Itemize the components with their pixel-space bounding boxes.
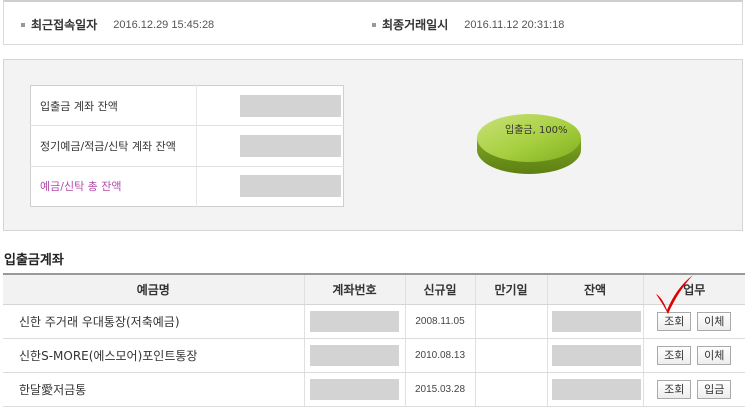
account-actions: 조회 이체: [642, 338, 745, 373]
account-name: 신한S-MORE(에스모어)포인트통장: [3, 338, 304, 373]
maturity-date: [474, 372, 547, 407]
open-date: 2015.03.28: [404, 372, 475, 407]
table-row: 신한 주거래 우대통장(저축예금) 2008.11.05 조회 이체: [3, 304, 745, 339]
account-actions: 조회 입금: [642, 372, 745, 407]
summary-row-deposit: 입출금 계좌 잔액: [30, 85, 344, 127]
masked-value: [240, 94, 341, 117]
masked-value: [240, 134, 341, 157]
last-transaction-value: 2016.11.12 20:31:18: [464, 18, 565, 31]
bullet-icon: [21, 22, 25, 27]
maturity-date: [474, 338, 547, 373]
summary-value-total: [197, 166, 344, 206]
pie-label: 입출금, 100%: [505, 125, 568, 136]
account-number: [303, 338, 405, 373]
maturity-date: [474, 304, 547, 339]
recent-login: 최근접속일자 2016.12.29 15:45:28: [21, 16, 214, 33]
account-actions: 조회 이체: [642, 304, 745, 339]
account-name: 신한 주거래 우대통장(저축예금): [3, 304, 304, 339]
account-balance: [546, 372, 643, 407]
inquiry-button[interactable]: 조회: [657, 379, 692, 399]
summary-value-savings: [196, 125, 344, 167]
summary-row-savings: 정기예금/적금/신탁 계좌 잔액: [30, 125, 344, 167]
col-header-account-name: 예금명: [3, 274, 304, 305]
deposit-accounts-table: 예금명 계좌번호 신규일 만기일 잔액 업무 신한 주거래 우대통장(저축예금)…: [3, 273, 745, 407]
col-header-balance: 잔액: [546, 274, 643, 305]
table-header-row: 예금명 계좌번호 신규일 만기일 잔액 업무: [3, 274, 745, 305]
summary-value-deposit: [196, 85, 344, 127]
col-header-open-date: 신규일: [404, 274, 475, 305]
open-date: 2008.11.05: [404, 304, 475, 339]
balance-summary-panel: 입출금 계좌 잔액 정기예금/적금/신탁 계좌 잔액 예금/신탁 총 잔액 입출…: [3, 59, 743, 231]
transfer-button[interactable]: 이체: [697, 345, 732, 365]
last-transaction-label: 최종거래일시: [382, 18, 449, 32]
account-name: 한달愛저금통: [3, 372, 304, 407]
open-date: 2010.08.13: [404, 338, 475, 373]
summary-label-savings: 정기예금/적금/신탁 계좌 잔액: [30, 125, 197, 167]
inquiry-button[interactable]: 조회: [657, 311, 692, 331]
login-info-bar: 최근접속일자 2016.12.29 15:45:28 최종거래일시 2016.1…: [3, 0, 743, 45]
balance-pie-chart: 입출금, 100%: [474, 110, 584, 178]
recent-login-value: 2016.12.29 15:45:28: [113, 18, 215, 31]
transfer-button[interactable]: 이체: [697, 311, 732, 331]
last-transaction: 최종거래일시 2016.11.12 20:31:18: [372, 16, 564, 33]
col-header-account-number: 계좌번호: [303, 274, 405, 305]
section-title: 입출금계좌: [4, 253, 64, 268]
masked-value: [310, 344, 399, 366]
balance-summary-table: 입출금 계좌 잔액 정기예금/적금/신탁 계좌 잔액 예금/신탁 총 잔액: [30, 85, 344, 207]
masked-value: [310, 378, 399, 400]
masked-value: [310, 310, 399, 332]
account-number: [303, 304, 405, 339]
table-row: 신한S-MORE(에스모어)포인트통장 2010.08.13 조회 이체: [3, 338, 745, 373]
account-balance: [546, 338, 643, 373]
summary-label-deposit: 입출금 계좌 잔액: [30, 85, 197, 127]
masked-value: [240, 175, 341, 198]
col-header-maturity-date: 만기일: [474, 274, 547, 305]
masked-value: [551, 344, 641, 366]
account-number: [303, 372, 405, 407]
recent-login-label: 최근접속일자: [31, 18, 98, 32]
summary-row-total: 예금/신탁 총 잔액: [30, 166, 344, 207]
deposit-button[interactable]: 입금: [697, 379, 732, 399]
inquiry-button[interactable]: 조회: [657, 345, 692, 365]
account-balance: [546, 304, 643, 339]
summary-label-total: 예금/신탁 총 잔액: [30, 166, 197, 207]
masked-value: [551, 378, 641, 400]
bullet-icon: [372, 22, 376, 27]
col-header-actions: 업무: [642, 274, 745, 305]
masked-value: [551, 310, 641, 332]
table-row: 한달愛저금통 2015.03.28 조회 입금: [3, 372, 745, 407]
